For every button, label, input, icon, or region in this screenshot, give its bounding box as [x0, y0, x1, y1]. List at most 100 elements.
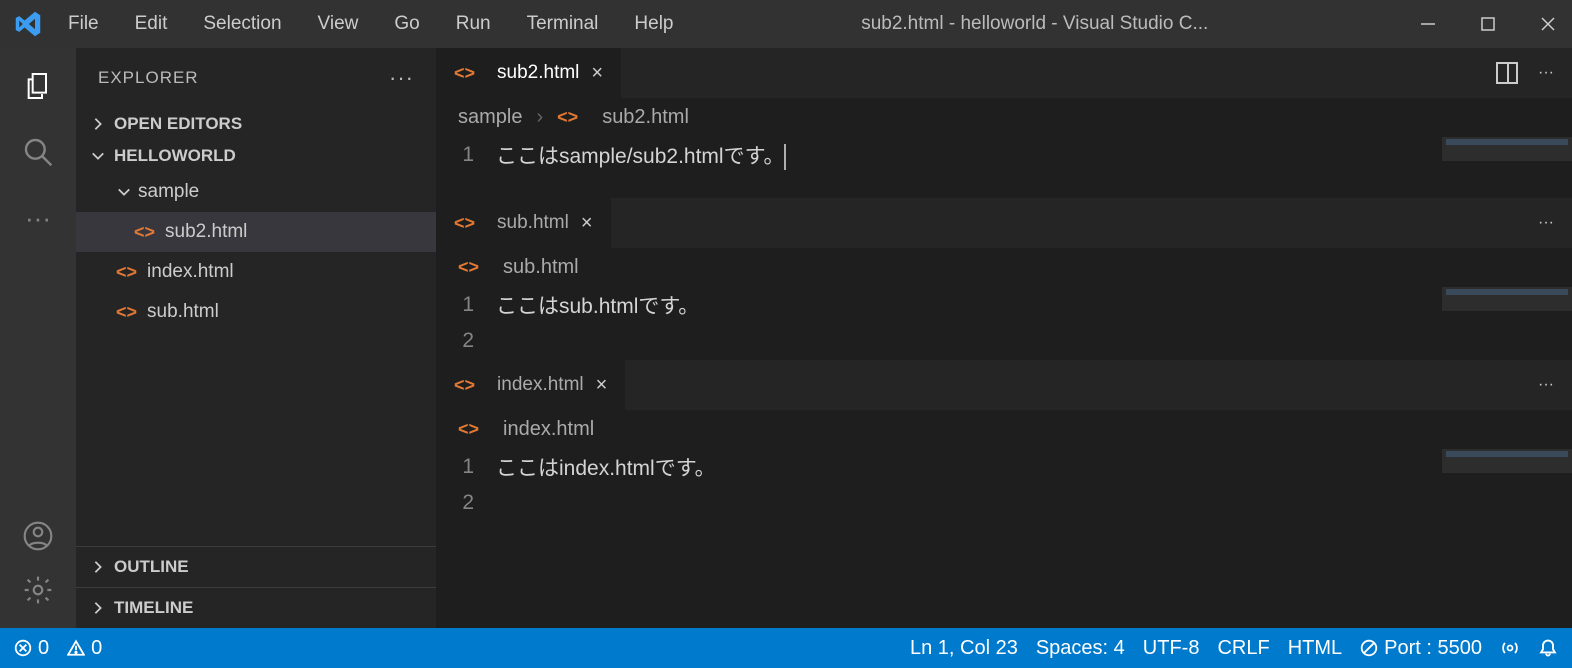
menu-bar: File Edit Selection View Go Run Terminal…	[68, 13, 674, 35]
explorer-sidebar: EXPLORER ··· OPEN EDITORS HELLOWORLD sam…	[76, 48, 436, 628]
breadcrumb-file[interactable]: sub.html	[503, 256, 579, 279]
timeline-section[interactable]: TIMELINE	[76, 587, 436, 628]
breadcrumb[interactable]: sample › <> sub2.html	[436, 98, 1572, 137]
chevron-down-icon	[90, 148, 106, 164]
split-editor-icon[interactable]	[1496, 62, 1518, 84]
minimap[interactable]	[1442, 137, 1572, 161]
chevron-right-icon	[90, 600, 106, 616]
status-indent[interactable]: Spaces: 4	[1036, 637, 1125, 660]
editor-more-icon[interactable]: ···	[1538, 64, 1554, 82]
status-bar: 0 0 Ln 1, Col 23 Spaces: 4 UTF-8 CRLF HT…	[0, 628, 1572, 668]
menu-view[interactable]: View	[318, 13, 359, 35]
titlebar: File Edit Selection View Go Run Terminal…	[0, 0, 1572, 48]
minimap[interactable]	[1442, 287, 1572, 311]
tree-file-sub[interactable]: <> sub.html	[76, 292, 436, 332]
folder-label: sample	[138, 181, 199, 203]
workspace-section[interactable]: HELLOWORLD	[76, 140, 436, 172]
menu-run[interactable]: Run	[456, 13, 491, 35]
chevron-right-icon	[90, 559, 106, 575]
html-file-icon: <>	[454, 63, 475, 84]
error-count: 0	[38, 637, 49, 660]
close-icon[interactable]: ×	[596, 374, 608, 397]
accounts-icon[interactable]	[18, 516, 58, 556]
tab-index[interactable]: <> index.html ×	[436, 360, 626, 410]
status-language[interactable]: HTML	[1288, 637, 1342, 660]
html-file-icon: <>	[557, 107, 578, 128]
minimap[interactable]	[1442, 449, 1572, 473]
status-feedback[interactable]	[1500, 638, 1520, 658]
status-cursor-pos[interactable]: Ln 1, Col 23	[910, 637, 1018, 660]
tab-sub2[interactable]: <> sub2.html ×	[436, 48, 622, 98]
sidebar-title: EXPLORER	[98, 68, 199, 88]
tab-label: index.html	[497, 374, 584, 396]
breadcrumb-file[interactable]: sub2.html	[602, 106, 689, 129]
more-icon[interactable]: ···	[18, 198, 58, 238]
editor-group-2: <> sub.html × ··· <> sub.html 1 ここはsub.h…	[436, 197, 1572, 359]
close-icon[interactable]: ×	[581, 212, 593, 235]
editor-group-3: <> index.html × ··· <> index.html 1 ここはi…	[436, 359, 1572, 521]
sidebar-more-icon[interactable]: ···	[389, 65, 414, 91]
editor-body[interactable]: 1 ここはsub.htmlです。 2	[436, 287, 1572, 359]
editor-group-1: <> sub2.html × ··· sample › <> sub2.html…	[436, 48, 1572, 197]
menu-help[interactable]: Help	[634, 13, 673, 35]
code-line[interactable]: ここはsub.htmlです。	[496, 290, 699, 320]
line-number: 2	[436, 329, 496, 353]
timeline-label: TIMELINE	[114, 598, 193, 618]
editor-body[interactable]: 1 ここはsample/sub2.htmlです。	[436, 137, 1572, 197]
bell-icon	[1538, 638, 1558, 658]
editor-body[interactable]: 1 ここはindex.htmlです。 2	[436, 449, 1572, 521]
tree-file-sub2[interactable]: <> sub2.html	[76, 212, 436, 252]
search-icon[interactable]	[18, 132, 58, 172]
code-line[interactable]: ここはindex.htmlです。	[496, 452, 716, 482]
menu-file[interactable]: File	[68, 13, 99, 35]
editor-area: <> sub2.html × ··· sample › <> sub2.html…	[436, 48, 1572, 628]
menu-go[interactable]: Go	[394, 13, 419, 35]
explorer-icon[interactable]	[18, 66, 58, 106]
outline-label: OUTLINE	[114, 557, 189, 577]
warning-count: 0	[91, 637, 102, 660]
breadcrumb-folder[interactable]: sample	[458, 106, 522, 129]
close-button[interactable]	[1536, 12, 1560, 36]
html-file-icon: <>	[116, 302, 137, 323]
breadcrumb[interactable]: <> sub.html	[436, 248, 1572, 287]
vscode-logo-icon	[12, 8, 44, 40]
status-warnings[interactable]: 0	[67, 637, 102, 660]
maximize-button[interactable]	[1476, 12, 1500, 36]
settings-gear-icon[interactable]	[18, 570, 58, 610]
tree-file-index[interactable]: <> index.html	[76, 252, 436, 292]
line-number: 1	[436, 455, 496, 479]
tab-sub[interactable]: <> sub.html ×	[436, 198, 612, 248]
status-eol[interactable]: CRLF	[1217, 637, 1269, 660]
breadcrumb[interactable]: <> index.html	[436, 410, 1572, 449]
file-label: index.html	[147, 261, 234, 283]
status-errors[interactable]: 0	[14, 637, 49, 660]
minimize-button[interactable]	[1416, 12, 1440, 36]
window-title: sub2.html - helloworld - Visual Studio C…	[674, 13, 1397, 35]
editor-more-icon[interactable]: ···	[1538, 376, 1554, 394]
error-icon	[14, 639, 32, 657]
status-encoding[interactable]: UTF-8	[1143, 637, 1200, 660]
menu-selection[interactable]: Selection	[203, 13, 281, 35]
status-notifications[interactable]	[1538, 638, 1558, 658]
html-file-icon: <>	[134, 222, 155, 243]
tab-bar: <> index.html × ···	[436, 360, 1572, 410]
line-number: 1	[436, 143, 496, 167]
blocked-icon	[1360, 639, 1378, 657]
status-port[interactable]: Port : 5500	[1360, 637, 1482, 660]
sidebar-header: EXPLORER ···	[76, 48, 436, 108]
open-editors-section[interactable]: OPEN EDITORS	[76, 108, 436, 140]
menu-terminal[interactable]: Terminal	[527, 13, 599, 35]
tab-bar: <> sub.html × ···	[436, 198, 1572, 248]
tab-label: sub.html	[497, 212, 569, 234]
line-number: 1	[436, 293, 496, 317]
menu-edit[interactable]: Edit	[135, 13, 168, 35]
file-tree: sample <> sub2.html <> index.html <> sub…	[76, 172, 436, 546]
breadcrumb-file[interactable]: index.html	[503, 418, 594, 441]
tree-folder-sample[interactable]: sample	[76, 172, 436, 212]
close-icon[interactable]: ×	[591, 62, 603, 85]
outline-section[interactable]: OUTLINE	[76, 546, 436, 587]
activity-bar: ···	[0, 48, 76, 628]
html-file-icon: <>	[458, 419, 479, 440]
code-line[interactable]: ここはsample/sub2.htmlです。	[496, 140, 786, 170]
editor-more-icon[interactable]: ···	[1538, 214, 1554, 232]
